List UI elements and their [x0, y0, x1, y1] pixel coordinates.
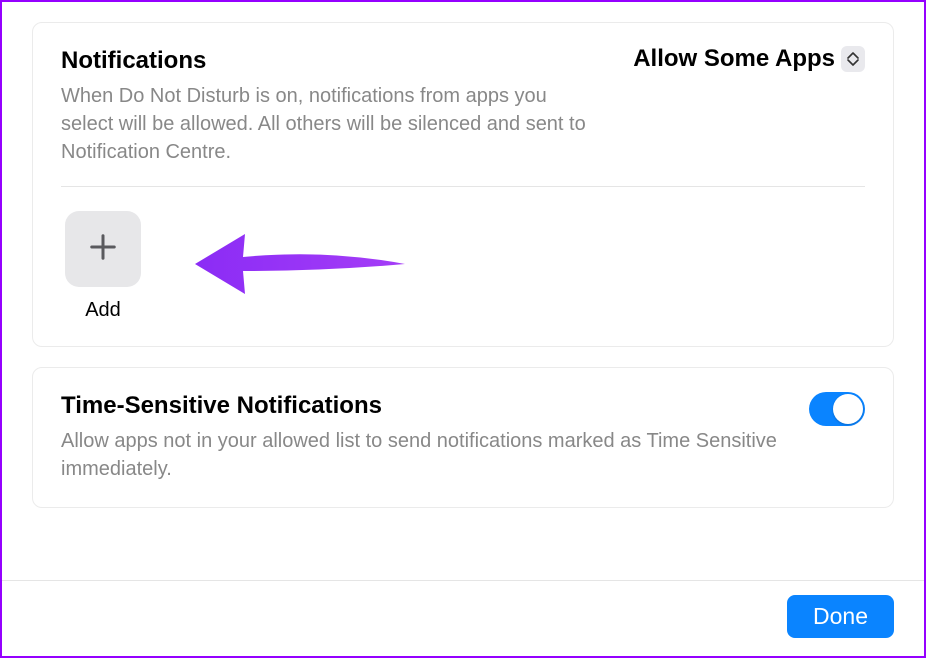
notifications-title: Notifications — [61, 45, 591, 76]
allow-mode-dropdown[interactable]: Allow Some Apps — [633, 45, 865, 73]
notifications-card: Notifications When Do Not Disturb is on,… — [32, 22, 894, 347]
time-sensitive-description: Allow apps not in your allowed list to s… — [61, 427, 809, 483]
plus-icon — [88, 232, 118, 267]
time-sensitive-toggle[interactable] — [809, 392, 865, 426]
updown-chevron-icon — [841, 46, 865, 72]
annotation-arrow-icon — [195, 229, 415, 304]
toggle-knob — [833, 394, 863, 424]
notifications-header: Notifications When Do Not Disturb is on,… — [61, 45, 865, 166]
footer: Done — [2, 580, 924, 656]
add-label: Add — [85, 299, 121, 322]
add-app-button[interactable] — [65, 211, 141, 287]
time-sensitive-title: Time-Sensitive Notifications — [61, 390, 809, 421]
time-sensitive-card: Time-Sensitive Notifications Allow apps … — [32, 367, 894, 508]
allow-mode-selected: Allow Some Apps — [633, 45, 835, 73]
add-apps-section: Add — [61, 187, 865, 322]
notifications-description: When Do Not Disturb is on, notifications… — [61, 82, 591, 166]
done-button[interactable]: Done — [787, 595, 894, 638]
